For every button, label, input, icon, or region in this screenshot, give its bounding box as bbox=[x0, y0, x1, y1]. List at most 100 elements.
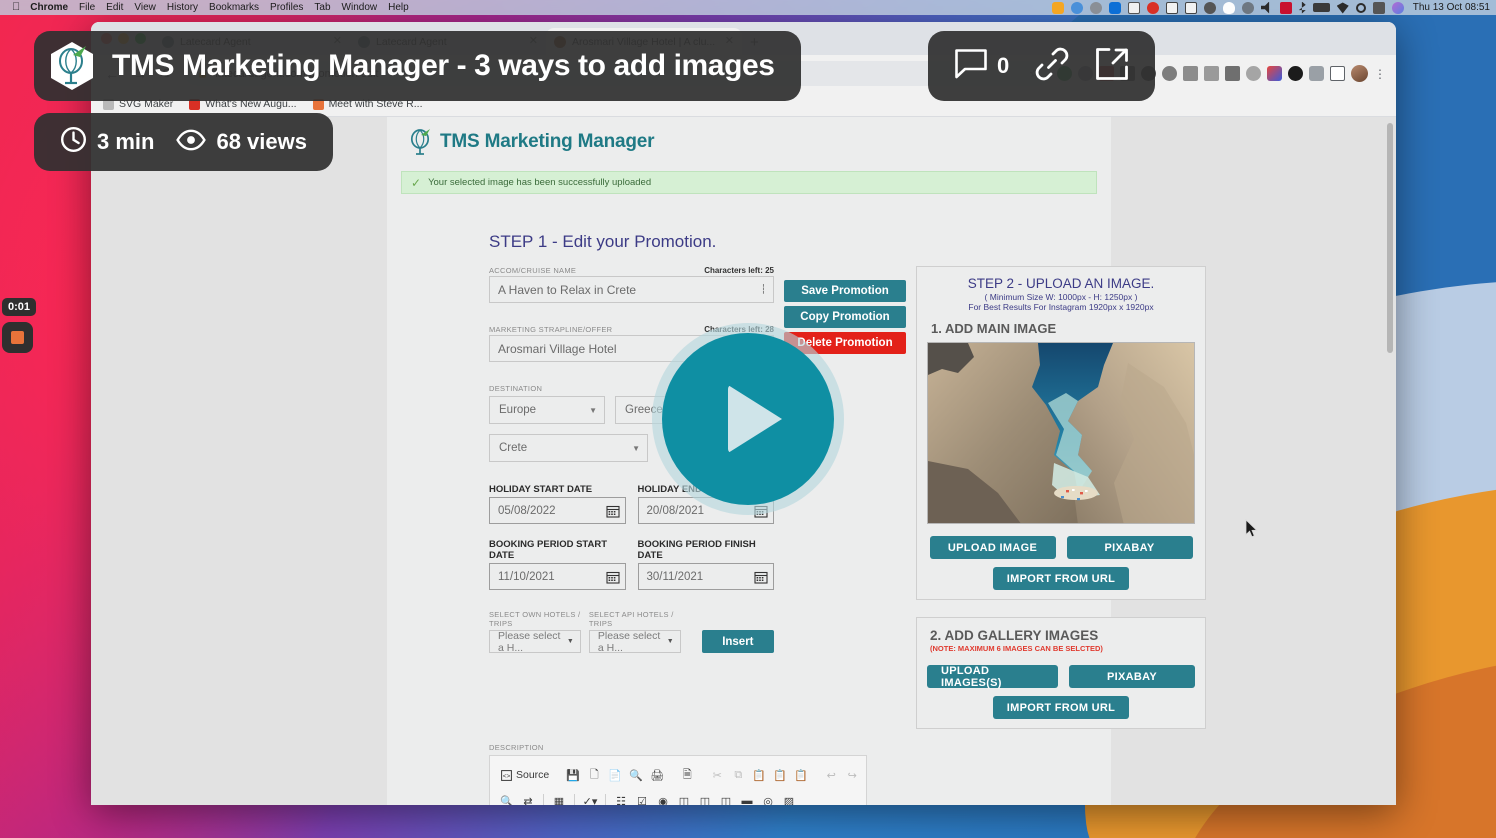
page-scrollbar[interactable] bbox=[1387, 123, 1393, 353]
pixabay-button[interactable]: PIXABAY bbox=[1066, 536, 1193, 559]
accom-name-input[interactable]: A Haven to Relax in Crete ┆ bbox=[489, 276, 774, 303]
evernote-icon[interactable] bbox=[1127, 1, 1140, 14]
wifi-icon[interactable] bbox=[1336, 2, 1349, 14]
upload-images-button[interactable]: UPLOAD IMAGES(S) bbox=[927, 665, 1058, 689]
copy-link-action[interactable] bbox=[1035, 47, 1069, 86]
copy-icon[interactable]: ⧉ bbox=[729, 766, 747, 784]
preview-icon[interactable]: 🔍 bbox=[627, 766, 645, 784]
control-center-icon[interactable] bbox=[1372, 1, 1385, 14]
insert-button[interactable]: Insert bbox=[701, 630, 774, 653]
extension-black-icon[interactable] bbox=[1288, 66, 1303, 81]
siri-icon[interactable] bbox=[1391, 1, 1404, 14]
extension-colorful-icon[interactable] bbox=[1267, 66, 1282, 81]
calendar-icon[interactable] bbox=[1165, 1, 1178, 14]
holiday-start-date-input[interactable]: 05/08/2022 bbox=[489, 497, 626, 524]
replace-icon[interactable]: ⇄ bbox=[519, 792, 537, 806]
puzzle-icon[interactable] bbox=[1309, 66, 1324, 81]
three-dot-menu-icon[interactable]: ⋮ bbox=[1374, 67, 1386, 81]
textarea-icon[interactable]: ◫ bbox=[696, 792, 714, 806]
battery-icon[interactable] bbox=[1312, 3, 1330, 12]
own-hotels-field: SELECT OWN HOTELS / TRIPS Please select … bbox=[489, 610, 581, 654]
extension-panel-icon[interactable] bbox=[1183, 66, 1198, 81]
form-icon[interactable]: ☷ bbox=[612, 792, 630, 806]
timer-icon[interactable] bbox=[1146, 1, 1159, 14]
save-promotion-button[interactable]: Save Promotion bbox=[784, 280, 906, 302]
redo-icon[interactable]: ↪ bbox=[843, 766, 861, 784]
extension-dropdown-icon[interactable] bbox=[1204, 66, 1219, 81]
spellcheck-icon[interactable]: ✓▾ bbox=[581, 792, 599, 806]
hidden-field-icon[interactable]: ▨ bbox=[780, 792, 798, 806]
radio-button-icon[interactable]: ◉ bbox=[654, 792, 672, 806]
extension-grey-icon[interactable] bbox=[1246, 66, 1261, 81]
menu-item-bookmarks[interactable]: Bookmarks bbox=[209, 2, 259, 13]
dropbox-icon[interactable] bbox=[1108, 1, 1121, 14]
apple-logo-icon[interactable]:  bbox=[12, 2, 20, 13]
print-icon[interactable]: 🖨 bbox=[648, 766, 666, 784]
image-button-icon[interactable]: ◎ bbox=[759, 792, 777, 806]
destination-area-select[interactable]: Crete ▼ bbox=[489, 434, 648, 462]
open-external-action[interactable] bbox=[1095, 47, 1129, 86]
checkmark-circle-icon[interactable] bbox=[1070, 1, 1083, 14]
menu-item-tab[interactable]: Tab bbox=[314, 2, 330, 13]
api-hotels-select[interactable]: Please select a H... ▼ bbox=[588, 630, 681, 654]
delete-promotion-button[interactable]: Delete Promotion bbox=[784, 332, 906, 354]
undo-icon[interactable]: ↩ bbox=[822, 766, 840, 784]
menu-item-chrome[interactable]: Chrome bbox=[30, 2, 68, 13]
select-field-icon[interactable]: ◫ bbox=[717, 792, 735, 806]
menu-item-window[interactable]: Window bbox=[342, 2, 378, 13]
gallery-pixabay-button[interactable]: PIXABAY bbox=[1069, 665, 1195, 688]
paste-word-icon[interactable]: 📋 bbox=[792, 766, 810, 784]
bluetooth-icon[interactable] bbox=[1298, 1, 1306, 14]
grid-icon[interactable] bbox=[1089, 1, 1102, 14]
comment-action[interactable]: 0 bbox=[954, 48, 1009, 84]
flag-icon[interactable] bbox=[1279, 1, 1292, 14]
calendar-icon[interactable] bbox=[754, 504, 768, 518]
menu-item-profiles[interactable]: Profiles bbox=[270, 2, 303, 13]
calendar-icon[interactable] bbox=[605, 570, 620, 584]
search-icon[interactable] bbox=[1355, 2, 1366, 13]
menu-item-view[interactable]: View bbox=[134, 2, 156, 13]
text-field-icon[interactable]: ◫ bbox=[675, 792, 693, 806]
extension-page-icon[interactable] bbox=[1225, 66, 1240, 81]
play-video-button[interactable] bbox=[662, 333, 834, 505]
volume-icon[interactable] bbox=[1260, 1, 1270, 14]
select-all-icon[interactable]: ▦ bbox=[550, 792, 568, 806]
gallery-import-from-url-button[interactable]: IMPORT FROM URL bbox=[992, 696, 1130, 719]
button-icon[interactable]: ▬ bbox=[738, 792, 756, 805]
user-avatar[interactable] bbox=[1351, 65, 1368, 82]
description-editor-section: DESCRIPTION <> Source 💾 🗋 📄 🔍 🖨 🗎 ✂ ⧉ 📋 … bbox=[489, 743, 867, 805]
notification-bell-icon[interactable] bbox=[1051, 1, 1064, 14]
gear-icon[interactable] bbox=[1203, 1, 1216, 14]
find-icon[interactable]: 🔍 bbox=[498, 792, 516, 806]
destination-region-select[interactable]: Europe ▼ bbox=[489, 396, 605, 424]
airdrop-icon[interactable] bbox=[1241, 1, 1254, 14]
cut-icon[interactable]: ✂ bbox=[708, 766, 726, 784]
upload-image-button[interactable]: UPLOAD IMAGE bbox=[929, 536, 1056, 559]
paste-icon[interactable]: 📋 bbox=[750, 766, 768, 784]
menubar-clock[interactable]: Thu 13 Oct 08:51 bbox=[1413, 2, 1490, 13]
templates-icon[interactable]: 📄 bbox=[606, 766, 624, 784]
snapchat-ghost-icon[interactable] bbox=[1222, 1, 1235, 14]
calendar-icon[interactable] bbox=[605, 504, 620, 518]
sidepanel-icon[interactable] bbox=[1330, 66, 1345, 81]
import-from-url-button[interactable]: IMPORT FROM URL bbox=[992, 567, 1130, 590]
menu-item-history[interactable]: History bbox=[167, 2, 198, 13]
menu-item-edit[interactable]: Edit bbox=[106, 2, 123, 13]
document-icon[interactable]: 🗎 bbox=[678, 766, 696, 784]
save-icon[interactable]: 💾 bbox=[564, 766, 582, 784]
checkbox-icon[interactable]: ☑ bbox=[633, 792, 651, 806]
booking-finish-date-input[interactable]: 30/11/2021 bbox=[637, 563, 774, 590]
screen-icon[interactable] bbox=[1184, 1, 1197, 14]
stop-recording-button[interactable] bbox=[2, 322, 33, 353]
extension-circle-icon[interactable] bbox=[1162, 66, 1177, 81]
menu-item-help[interactable]: Help bbox=[388, 2, 409, 13]
paste-text-icon[interactable]: 📋 bbox=[771, 766, 789, 784]
main-image-thumbnail[interactable] bbox=[927, 342, 1195, 524]
own-hotels-select[interactable]: Please select a H... ▼ bbox=[489, 630, 581, 654]
calendar-icon[interactable] bbox=[754, 570, 768, 584]
copy-promotion-button[interactable]: Copy Promotion bbox=[784, 306, 906, 328]
menu-item-file[interactable]: File bbox=[79, 2, 95, 13]
source-code-icon[interactable]: <> Source bbox=[498, 766, 552, 784]
booking-start-date-input[interactable]: 11/10/2021 bbox=[489, 563, 626, 590]
new-page-icon[interactable]: 🗋 bbox=[585, 766, 603, 784]
